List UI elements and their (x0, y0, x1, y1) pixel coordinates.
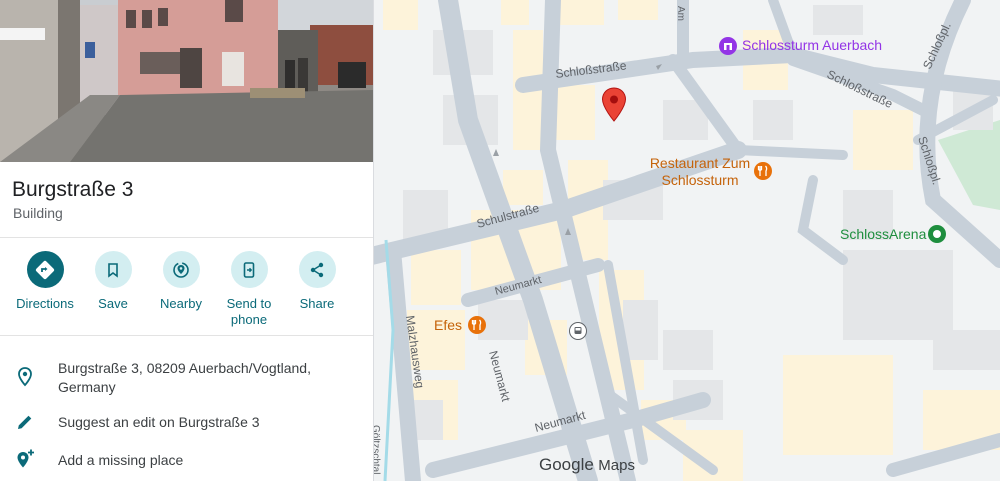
bus-icon (574, 327, 582, 334)
maps-wordmark: Maps (598, 457, 635, 474)
restaurant-icon (468, 316, 486, 334)
share-label: Share (299, 296, 335, 311)
restaurant-icon (754, 162, 772, 180)
location-pin-icon (14, 366, 36, 388)
street-photo-image (0, 0, 373, 162)
landmark-icon (719, 37, 737, 55)
place-panel: Burgstraße 3 Building Directions Save Ne… (0, 0, 374, 481)
map-canvas[interactable]: Schloßstraße Schloßstraße Schloßpl. Schl… (373, 0, 1000, 481)
map-pin-icon (601, 87, 627, 122)
place-photo[interactable] (0, 0, 373, 162)
poi-label-efes: Efes (434, 317, 463, 333)
park-icon (928, 225, 946, 243)
selected-place-pin[interactable] (601, 87, 627, 123)
add-location-icon (14, 448, 36, 470)
google-wordmark: Google (539, 455, 594, 474)
bookmark-icon (108, 262, 118, 278)
directions-icon (35, 260, 55, 279)
place-title: Burgstraße 3 (12, 178, 134, 201)
address-text: Burgstraße 3, 08209 Auerbach/Vogtland, G… (58, 360, 311, 395)
nearby-icon (173, 261, 189, 278)
bus-stop-marker[interactable] (569, 322, 587, 340)
divider (0, 335, 373, 336)
add-place-text: Add a missing place (58, 452, 184, 468)
poi-label-arena: SchlossArena (840, 226, 927, 242)
street-label-top-edge: Am (675, 6, 686, 21)
street-label-goeltzschtal: Göltzschtal (373, 425, 381, 474)
share-button[interactable]: Share (277, 251, 357, 312)
street-label-neumarkt-vert: Neumarkt (486, 349, 513, 404)
poi-label-schlossturm: Schlossturm Auerbach (742, 37, 883, 53)
send-to-phone-icon (243, 261, 255, 278)
divider (0, 237, 373, 238)
pencil-icon (14, 411, 36, 433)
share-icon (310, 262, 324, 277)
suggest-edit-text: Suggest an edit on Burgstraße 3 (58, 414, 260, 430)
poi-label-restaurant: Restaurant Zum Schlossturm (649, 155, 751, 188)
place-category: Building (13, 205, 63, 221)
google-maps-logo: Google Maps (539, 455, 635, 475)
